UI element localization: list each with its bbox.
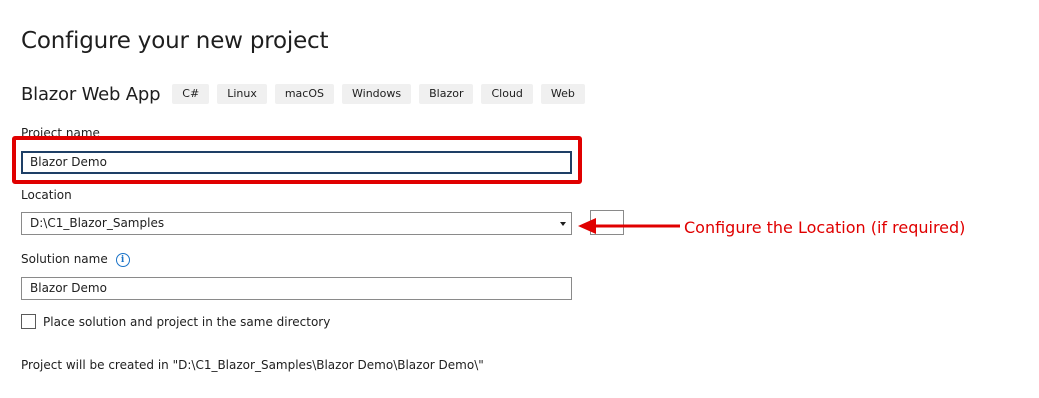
solution-name-label: Solution name xyxy=(21,252,108,266)
annotation-arrow-head xyxy=(578,218,596,234)
same-directory-label: Place solution and project in the same d… xyxy=(43,314,331,329)
solution-name-label-row: Solution name i xyxy=(21,252,130,267)
location-combobox[interactable]: D:\C1_Blazor_Samples xyxy=(21,212,572,235)
annotation-arrow xyxy=(578,218,680,234)
tag-windows: Windows xyxy=(342,84,412,104)
chevron-down-icon[interactable] xyxy=(560,222,566,226)
tag-blazor: Blazor xyxy=(419,84,474,104)
location-label: Location xyxy=(21,188,72,202)
annotation-text: Configure the Location (if required) xyxy=(684,218,966,237)
tag-linux: Linux xyxy=(217,84,267,104)
template-name: Blazor Web App xyxy=(21,83,161,105)
same-directory-option[interactable]: Place solution and project in the same d… xyxy=(21,314,330,329)
page-title: Configure your new project xyxy=(21,28,329,54)
project-location-summary: Project will be created in "D:\C1_Blazor… xyxy=(21,358,484,372)
info-icon[interactable]: i xyxy=(115,252,130,267)
same-directory-checkbox[interactable] xyxy=(21,314,36,329)
tag-web: Web xyxy=(540,84,585,104)
tag-macos: macOS xyxy=(274,84,334,104)
template-row: Blazor Web App C# Linux macOS Windows Bl… xyxy=(21,82,593,106)
tag-cloud: Cloud xyxy=(481,84,533,104)
tag-csharp: C# xyxy=(172,84,210,104)
location-value: D:\C1_Blazor_Samples xyxy=(30,216,165,230)
highlight-box xyxy=(12,136,582,184)
solution-name-input[interactable]: Blazor Demo xyxy=(21,277,572,300)
template-tags: C# Linux macOS Windows Blazor Cloud Web xyxy=(172,84,593,104)
